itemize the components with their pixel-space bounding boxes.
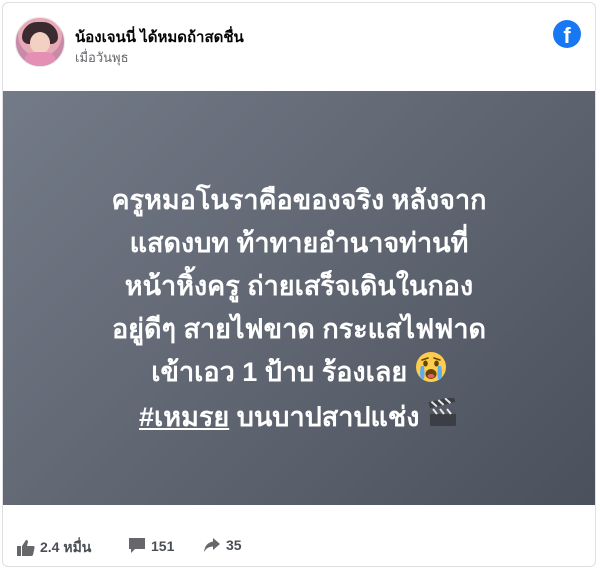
avatar-dress [24, 52, 56, 66]
post-footer: 2.4 หมื่น 151 35 [3, 523, 595, 568]
shares-count: 35 [226, 537, 242, 553]
post-line-6-text: บนบาปสาปแช่ง [229, 402, 420, 433]
avatar-face [30, 32, 50, 54]
post-background: ครูหมอโนราคือของจริง หลังจาก แสดงบท ท้าท… [3, 91, 595, 505]
comments-count: 151 [151, 537, 175, 554]
avatar[interactable] [15, 17, 65, 67]
hashtag-link[interactable]: #เหมรย [139, 402, 229, 432]
author-name[interactable]: น้องเจนนี่ ได้หมดถ้าสดชื่น [75, 25, 244, 49]
post-card: น้องเจนนี่ ได้หมดถ้าสดชื่น เมื่อวันพุธ f… [2, 2, 596, 567]
post-timestamp[interactable]: เมื่อวันพุธ [75, 47, 129, 68]
post-line-3: หน้าหิ้งครู ถ่ายเสร็จเดินในกอง [124, 271, 474, 301]
share-icon [204, 538, 220, 552]
thumbs-up-icon [17, 540, 35, 556]
facebook-logo-icon[interactable]: f [553, 20, 581, 48]
post-line-5: เข้าเอว 1 ป้าบ ร้องเลย [33, 351, 565, 396]
post-line-4: อยู่ดีๆ สายไฟขาด กระแสไฟฟาด [111, 314, 487, 344]
comments-stat[interactable]: 151 [128, 537, 174, 554]
post-line-2: แสดงบท ท้าทายอำนาจท่านที่ [129, 228, 469, 258]
post-line-1: ครูหมอโนราคือของจริง หลังจาก [111, 185, 487, 215]
post-header: น้องเจนนี่ ได้หมดถ้าสดชื่น เมื่อวันพุธ f [3, 3, 595, 87]
post-line-5-text: เข้าเอว 1 ป้าบ ร้องเลย [151, 357, 408, 387]
clapper-board-icon [427, 395, 459, 441]
likes-stat[interactable]: 2.4 หมื่น [17, 537, 91, 559]
crying-face-icon [415, 351, 447, 396]
comment-icon [129, 538, 145, 553]
likes-count: 2.4 หมื่น [40, 539, 92, 555]
post-line-6: #เหมรย บนบาปสาปแช่ง [33, 395, 565, 441]
shares-stat[interactable]: 35 [203, 537, 242, 553]
post-text: ครูหมอโนราคือของจริง หลังจาก แสดงบท ท้าท… [33, 179, 565, 441]
